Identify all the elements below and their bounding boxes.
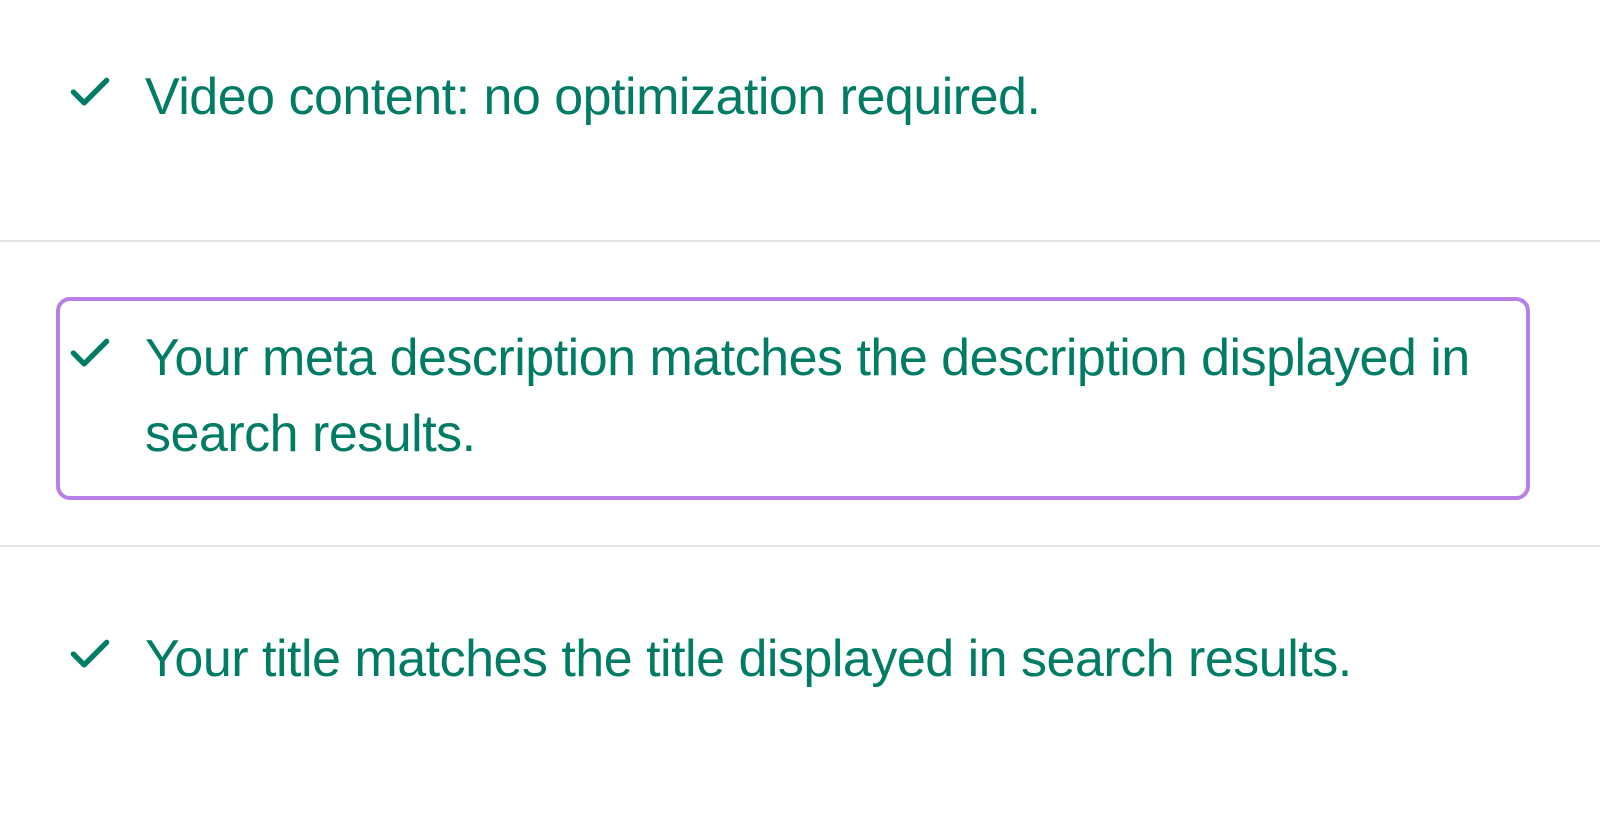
check-item-video-content: Video content: no optimization required.: [70, 60, 1530, 135]
check-item-text: Your meta description matches the descri…: [145, 321, 1498, 472]
check-item-text: Video content: no optimization required.: [145, 60, 1040, 135]
check-item-wrapper: Your title matches the title displayed i…: [0, 547, 1600, 757]
checkmark-icon: [70, 333, 110, 373]
check-list: Video content: no optimization required.…: [0, 0, 1600, 758]
check-item-wrapper: Your meta description matches the descri…: [0, 242, 1600, 545]
check-item-title-match: Your title matches the title displayed i…: [70, 622, 1530, 697]
check-item-text: Your title matches the title displayed i…: [145, 622, 1352, 697]
checkmark-icon: [70, 634, 110, 674]
check-item-wrapper: Video content: no optimization required.: [0, 0, 1600, 240]
check-item-meta-description: Your meta description matches the descri…: [56, 297, 1530, 500]
checkmark-icon: [70, 72, 110, 112]
